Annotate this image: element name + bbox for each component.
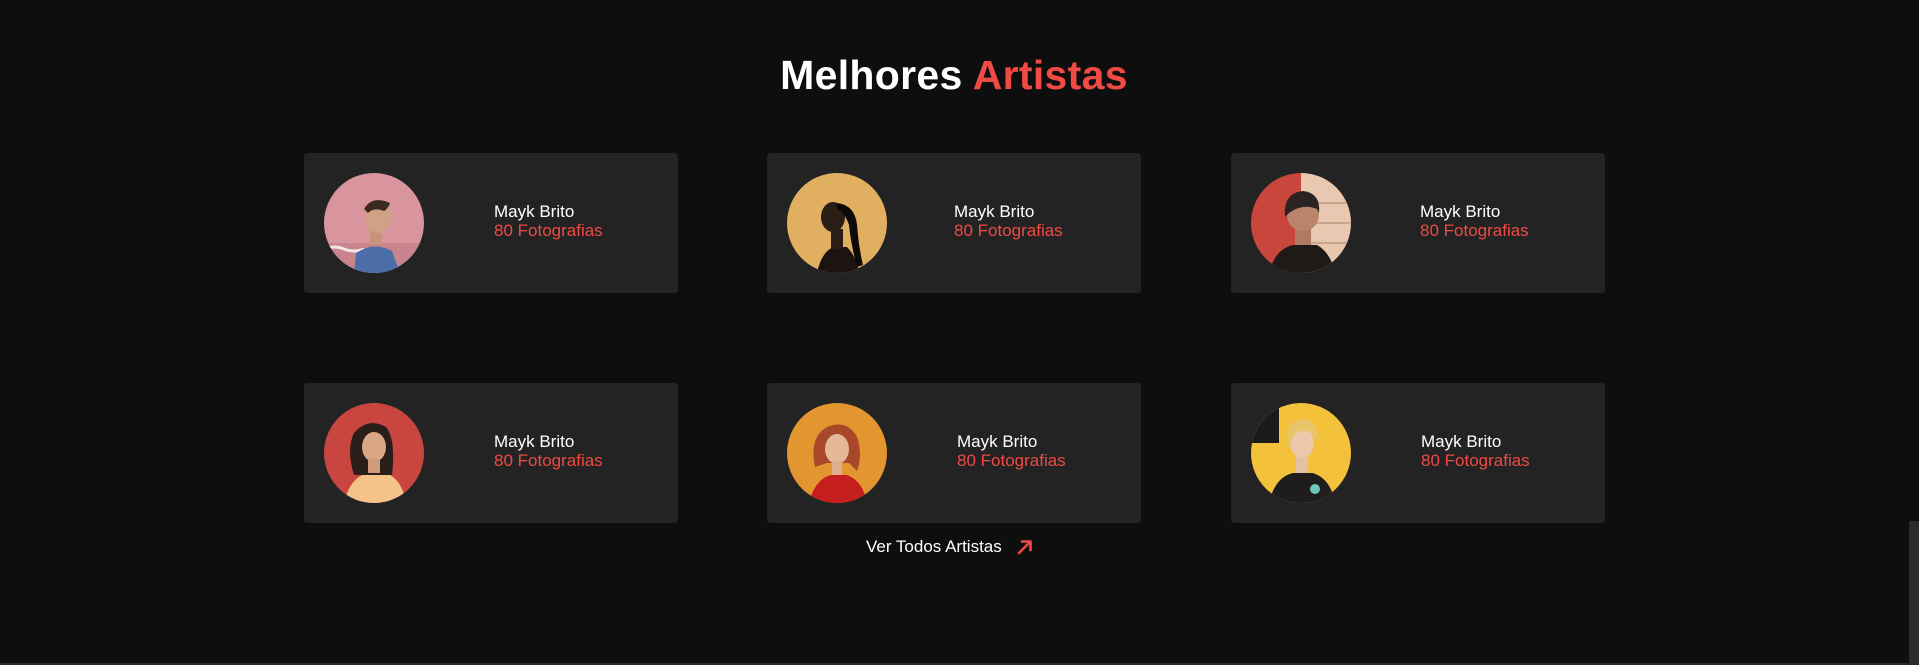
artist-name: Mayk Brito: [1421, 432, 1502, 451]
artist-name: Mayk Brito: [494, 202, 575, 221]
artist-info: Mayk Brito 80 Fotografias: [494, 202, 603, 240]
artist-photo-count: 80 Fotografias: [954, 221, 1063, 240]
artist-avatar: [1251, 173, 1351, 273]
artist-photo-count: 80 Fotografias: [494, 451, 603, 470]
artist-avatar: [1251, 403, 1351, 503]
artist-info: Mayk Brito 80 Fotografias: [494, 432, 603, 470]
artist-card[interactable]: Mayk Brito 80 Fotografias: [1231, 153, 1605, 293]
artist-avatar: [324, 403, 424, 503]
artist-info: Mayk Brito 80 Fotografias: [957, 432, 1066, 470]
artist-photo-count: 80 Fotografias: [494, 221, 603, 240]
section-title-accent: Artistas: [972, 52, 1128, 98]
arrow-up-right-icon: [1016, 538, 1034, 556]
view-all-artists-label: Ver Todos Artistas: [866, 537, 1002, 556]
artist-info: Mayk Brito 80 Fotografias: [1421, 432, 1530, 470]
artist-photo-count: 80 Fotografias: [1421, 451, 1530, 470]
artist-name: Mayk Brito: [954, 202, 1035, 221]
artist-card[interactable]: Mayk Brito 80 Fotografias: [1231, 383, 1605, 523]
artist-card[interactable]: Mayk Brito 80 Fotografias: [304, 383, 678, 523]
artist-avatar: [787, 173, 887, 273]
artist-name: Mayk Brito: [957, 432, 1038, 451]
artist-avatar: [787, 403, 887, 503]
artist-photo-count: 80 Fotografias: [957, 451, 1066, 470]
artist-name: Mayk Brito: [494, 432, 575, 451]
artist-card[interactable]: Mayk Brito 80 Fotografias: [767, 153, 1141, 293]
artist-photo-count: 80 Fotografias: [1420, 221, 1529, 240]
view-all-artists-link[interactable]: Ver Todos Artistas: [866, 537, 1034, 557]
section-title-main: Melhores: [780, 52, 963, 98]
section-title: Melhores Artistas: [0, 52, 1908, 99]
scrollbar-thumb[interactable]: [1909, 521, 1919, 665]
artist-card[interactable]: Mayk Brito 80 Fotografias: [304, 153, 678, 293]
artist-name: Mayk Brito: [1420, 202, 1501, 221]
artist-card[interactable]: Mayk Brito 80 Fotografias: [767, 383, 1141, 523]
best-artists-section: Melhores Artistas Mayk Brito 80 Fotograf…: [0, 0, 1919, 665]
artist-avatar: [324, 173, 424, 273]
artist-info: Mayk Brito 80 Fotografias: [1420, 202, 1529, 240]
artist-info: Mayk Brito 80 Fotografias: [954, 202, 1063, 240]
